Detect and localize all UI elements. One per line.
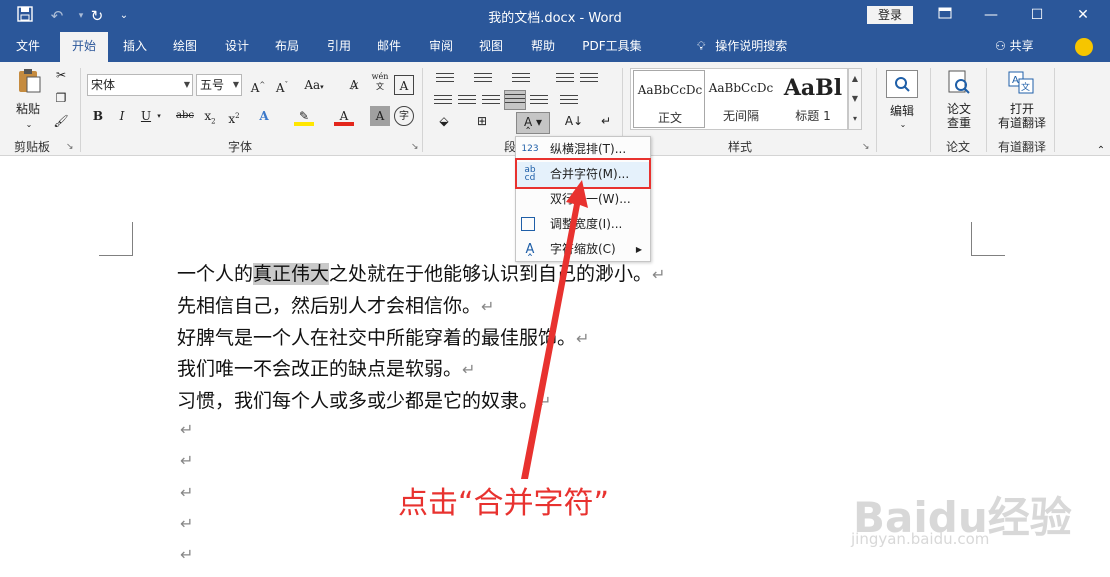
annotation-text: 点击“合并字符” — [398, 486, 610, 521]
watermark-url: jingyan.baidu.com — [851, 530, 990, 548]
